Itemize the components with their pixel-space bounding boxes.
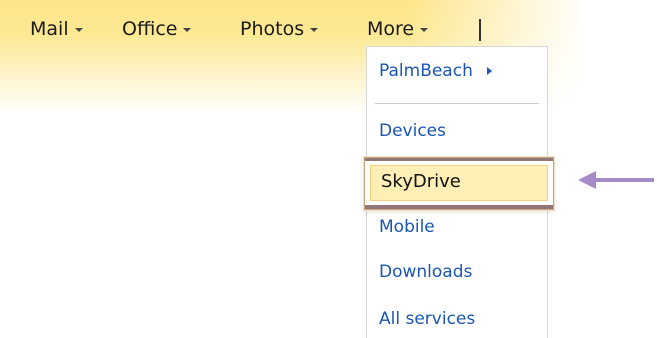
menu-item-devices-label: Devices bbox=[379, 121, 446, 141]
menu-item-downloads-label: Downloads bbox=[379, 262, 473, 282]
menu-item-skydrive-label: SkyDrive bbox=[381, 171, 461, 192]
menu-item-mobile[interactable]: Mobile bbox=[379, 217, 435, 237]
nav-more-label: More bbox=[367, 18, 415, 40]
caret-down-icon bbox=[420, 27, 429, 32]
nav-separator bbox=[479, 19, 481, 41]
nav-photos[interactable]: Photos bbox=[240, 18, 319, 40]
submenu-arrow-icon bbox=[486, 67, 492, 75]
menu-item-mobile-label: Mobile bbox=[379, 217, 435, 237]
caret-down-icon bbox=[74, 27, 83, 32]
caret-down-icon bbox=[183, 27, 192, 32]
menu-item-all-services-label: All services bbox=[379, 309, 476, 329]
nav-office-label: Office bbox=[122, 18, 178, 40]
menu-divider bbox=[375, 103, 539, 104]
left-arrow-icon bbox=[578, 171, 654, 189]
nav-mail-label: Mail bbox=[30, 18, 69, 40]
menu-item-palmbeach[interactable]: PalmBeach bbox=[379, 61, 492, 81]
menu-item-downloads[interactable]: Downloads bbox=[379, 262, 472, 282]
nav-mail[interactable]: Mail bbox=[30, 18, 83, 40]
menu-item-skydrive[interactable]: SkyDrive bbox=[364, 157, 554, 210]
menu-item-palmbeach-label: PalmBeach bbox=[379, 61, 473, 81]
menu-item-skydrive-hover-background: SkyDrive bbox=[370, 165, 548, 201]
menu-item-all-services[interactable]: All services bbox=[379, 309, 475, 329]
nav-office[interactable]: Office bbox=[122, 18, 192, 40]
nav-more[interactable]: More bbox=[367, 18, 429, 40]
menu-item-devices[interactable]: Devices bbox=[379, 121, 446, 141]
caret-down-icon bbox=[310, 27, 319, 32]
nav-photos-label: Photos bbox=[240, 18, 305, 40]
